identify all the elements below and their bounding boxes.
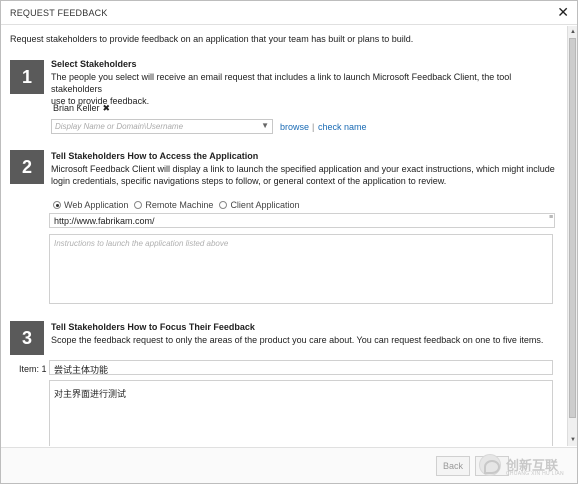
intro-text: Request stakeholders to provide feedback… — [10, 34, 414, 44]
radio-web-application-dot[interactable] — [53, 201, 61, 209]
radio-client-application[interactable]: Client Application — [219, 200, 299, 210]
step-1-badge: 1 — [10, 60, 44, 94]
step-3-description: Scope the feedback request to only the a… — [51, 335, 544, 345]
launch-instructions-textarea[interactable]: Instructions to launch the application l… — [49, 234, 553, 304]
item-detail-value: 对主界面进行测试 — [54, 390, 127, 400]
radio-remote-machine-label: Remote Machine — [145, 200, 214, 210]
back-button[interactable]: Back — [436, 456, 470, 476]
request-feedback-dialog: REQUEST FEEDBACK ✕ Request stakeholders … — [0, 0, 578, 484]
scroll-up-icon[interactable]: ▲ — [568, 27, 578, 37]
radio-remote-machine-dot[interactable] — [134, 201, 143, 209]
dialog-content: Request stakeholders to provide feedback… — [1, 26, 567, 446]
check-name-link[interactable]: check name — [318, 122, 367, 132]
application-url-input[interactable]: http://www.fabrikam.com/ ≡ — [49, 213, 555, 228]
step-2-description: Microsoft Feedback Client will display a… — [51, 163, 556, 187]
step-3-title: Tell Stakeholders How to Focus Their Fee… — [51, 322, 255, 332]
step-1-desc-line-1: The people you select will receive an em… — [51, 72, 512, 94]
step-3-badge: 3 — [10, 321, 44, 355]
remove-stakeholder-icon[interactable]: ✖ — [103, 103, 111, 113]
stakeholder-name: Brian Keller — [53, 103, 100, 113]
url-scroll-icon[interactable]: ≡ — [547, 214, 555, 227]
chevron-down-icon[interactable]: ▼ — [261, 121, 269, 130]
item-title-value: 尝试主体功能 — [54, 366, 109, 376]
browse-link[interactable]: browse — [280, 122, 309, 132]
dialog-scrollbar[interactable]: ▲ ▼ — [567, 26, 577, 446]
watermark-logo-icon — [479, 454, 501, 476]
item-number-label: Item: 1 — [19, 364, 47, 374]
dialog-footer: Back 创新互联 CHUANG XIN HU LIAN — [1, 447, 577, 483]
radio-web-application-label: Web Application — [64, 200, 129, 210]
step-2-desc-line-2: login credentials, specific navigations … — [51, 176, 447, 186]
application-url-value: http://www.fabrikam.com/ — [54, 216, 155, 226]
dialog-titlebar: REQUEST FEEDBACK ✕ — [1, 1, 577, 25]
watermark-subtext: CHUANG XIN HU LIAN — [506, 471, 564, 477]
close-icon[interactable]: ✕ — [557, 5, 569, 19]
launch-instructions-placeholder: Instructions to launch the application l… — [54, 239, 229, 248]
scrollbar-thumb[interactable] — [569, 38, 576, 418]
step-1-title: Select Stakeholders — [51, 59, 137, 69]
radio-remote-machine[interactable]: Remote Machine — [134, 200, 213, 210]
application-type-options: Web Application Remote Machine Client Ap… — [53, 200, 299, 210]
step-2-desc-line-1: Microsoft Feedback Client will display a… — [51, 164, 555, 174]
step-2-title: Tell Stakeholders How to Access the Appl… — [51, 151, 259, 161]
radio-web-application[interactable]: Web Application — [53, 200, 128, 210]
stakeholder-search-placeholder: Display Name or Domain\Username — [55, 122, 184, 131]
stakeholder-search-input[interactable]: Display Name or Domain\Username ▼ — [51, 119, 273, 134]
scroll-down-icon[interactable]: ▼ — [568, 435, 578, 445]
item-title-input[interactable]: 尝试主体功能 — [49, 360, 553, 376]
item-detail-textarea[interactable]: 对主界面进行测试 — [49, 380, 553, 446]
step-1-description: The people you select will receive an em… — [51, 71, 556, 107]
selected-stakeholder-tag: Brian Keller ✖ — [53, 103, 110, 114]
step-2-badge: 2 — [10, 150, 44, 184]
dialog-title: REQUEST FEEDBACK — [10, 8, 108, 18]
link-separator: | — [312, 122, 315, 132]
radio-client-application-dot[interactable] — [219, 201, 228, 209]
step-1-desc-line-2: use to provide feedback. — [51, 96, 150, 106]
watermark-logo: 创新互联 CHUANG XIN HU LIAN — [479, 452, 577, 480]
radio-client-application-label: Client Application — [230, 200, 300, 210]
